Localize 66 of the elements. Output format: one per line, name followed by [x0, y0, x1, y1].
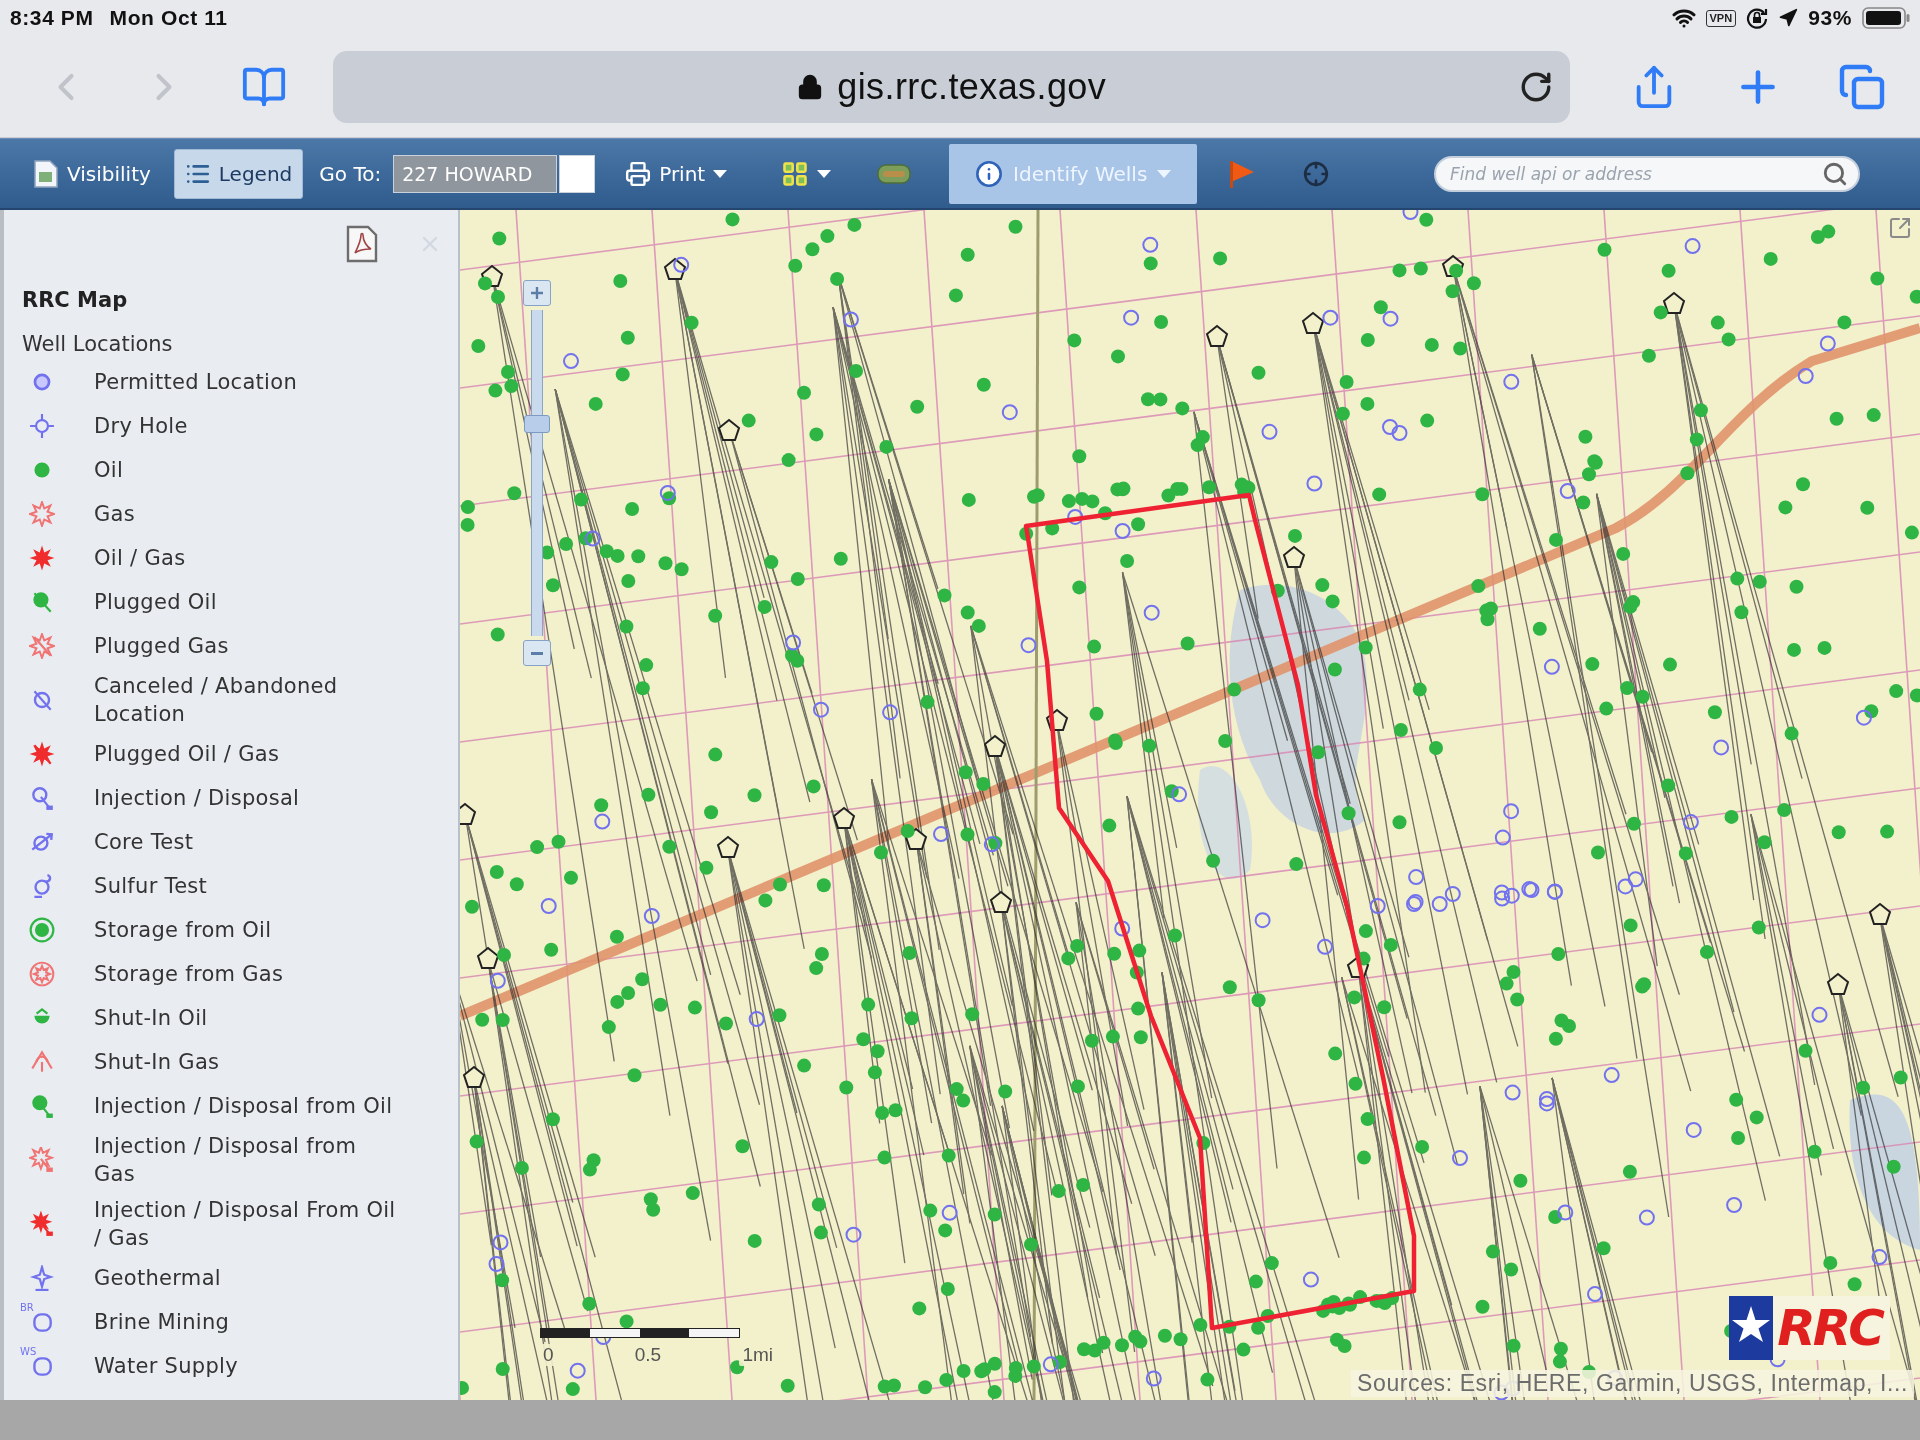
vpn-badge: VPN	[1705, 9, 1737, 27]
legend-label: Core Test	[94, 829, 194, 856]
printer-icon	[625, 160, 652, 187]
legend-label: Oil / Gas	[94, 545, 186, 572]
zoom-out-button[interactable]	[523, 640, 551, 666]
rotation-lock-icon	[1746, 7, 1769, 29]
legend-label: Brine Mining	[94, 1309, 230, 1336]
battery-percent: 93%	[1808, 6, 1852, 30]
zoom-in-button[interactable]	[523, 280, 551, 306]
legend-label: Shut-In Oil	[94, 1005, 208, 1032]
legend-label: Water Supply	[94, 1353, 238, 1380]
legend-label: Injection / Disposal	[94, 785, 300, 812]
expand-button[interactable]	[1888, 216, 1912, 240]
legend-title: RRC Map	[22, 288, 129, 312]
legend-label: Plugged Gas	[94, 633, 229, 660]
legend-label: Dry Hole	[94, 413, 188, 440]
legend-label: Shut-In Gas	[94, 1049, 220, 1076]
legend-label: Plugged Oil	[94, 589, 217, 616]
legend-label: Sulfur Test	[94, 873, 208, 900]
symbol-code: BR	[20, 1303, 34, 1313]
document-icon	[346, 225, 378, 263]
tabs-icon	[1838, 62, 1886, 111]
document-picture-icon	[33, 159, 59, 188]
toolbar-tab[interactable]: Visibility	[22, 148, 162, 199]
legend-label: Permitted Location	[94, 369, 297, 396]
legend-label: Storage from Oil	[94, 917, 272, 944]
pdf-button[interactable]	[346, 225, 378, 263]
print-button[interactable]: Print	[617, 150, 736, 197]
status-time: 8:34 PM	[10, 6, 94, 30]
symbol-code: WS	[20, 1347, 37, 1357]
legend-label: Injection / Disposal from Gas	[94, 1133, 358, 1188]
go-to-label: Go To:	[319, 161, 382, 186]
status-date: Mon Oct 11	[109, 6, 228, 30]
search-field[interactable]: Find well api or address	[1434, 155, 1860, 192]
go-to-dropdown[interactable]	[559, 154, 596, 193]
legend-label: Gas	[94, 501, 135, 528]
legend-label: Injection / Disposal From Oil / Gas	[94, 1197, 397, 1252]
caret-icon	[817, 169, 832, 178]
search-icon[interactable]	[1822, 160, 1848, 187]
address-field[interactable]: gis.rrc.texas.gov	[333, 50, 1570, 123]
legend-label: Storage from Gas	[94, 961, 284, 988]
legend-section-title: Well Locations	[22, 332, 174, 356]
star-flag-icon	[1729, 1296, 1774, 1360]
caret-icon	[713, 169, 728, 178]
crosshair-icon	[1303, 160, 1330, 187]
caret-icon	[1157, 169, 1172, 178]
legend-label: Canceled / Abandoned Location	[94, 673, 339, 728]
legend-label: Injection / Disposal from Oil	[94, 1093, 393, 1120]
url-text: gis.rrc.texas.gov	[837, 65, 1107, 108]
flag-icon	[1229, 159, 1256, 188]
grid-icon	[781, 159, 810, 188]
legend-label: Geothermal	[94, 1265, 221, 1292]
go-to-input[interactable]: 227 HOWARD	[393, 154, 558, 193]
logo-text: RRC	[1773, 1296, 1890, 1360]
map-attribution: Sources: Esri, HERE, Garmin, USGS, Intermap, I...	[1351, 1370, 1914, 1397]
battery-icon	[1862, 7, 1910, 29]
lock-icon	[797, 73, 824, 100]
info-icon	[975, 159, 1004, 188]
minus-icon	[531, 651, 543, 655]
scale-label: 0	[540, 1344, 557, 1366]
legend-label: Oil	[94, 457, 124, 484]
expand-icon	[1888, 216, 1912, 240]
location-arrow-icon	[1778, 8, 1799, 28]
legend-label: Plugged Oil / Gas	[94, 741, 280, 768]
plus-icon	[531, 287, 543, 299]
toolbar-tab[interactable]: Legend	[173, 148, 304, 199]
